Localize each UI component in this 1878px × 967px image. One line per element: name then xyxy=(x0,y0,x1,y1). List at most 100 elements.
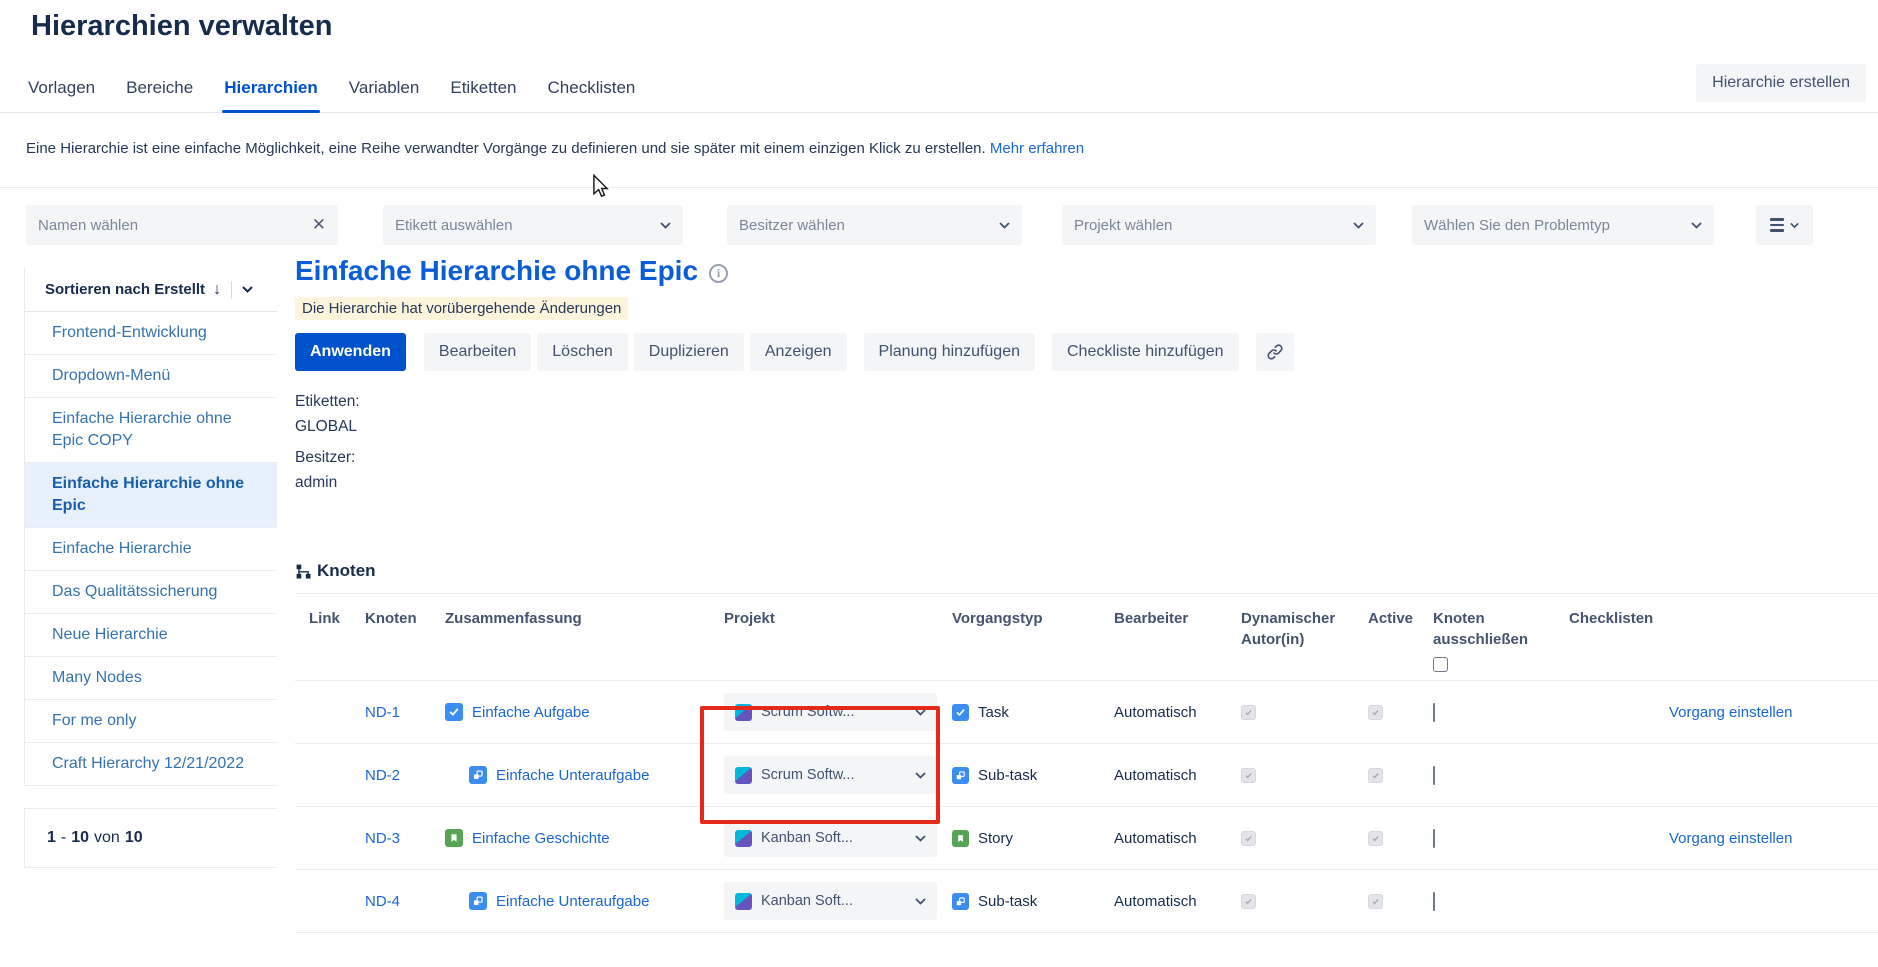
nodes-table: Link Knoten Zusammenfassung Projekt Vorg… xyxy=(295,593,1878,933)
tab-bereiche[interactable]: Bereiche xyxy=(124,74,195,112)
assignee-cell: Automatisch xyxy=(1114,704,1241,721)
clear-name-icon[interactable]: ✕ xyxy=(312,215,326,235)
hamburger-icon xyxy=(1770,218,1784,231)
sidebar-item-frontend-entwicklung[interactable]: Frontend-Entwicklung xyxy=(25,312,277,355)
sidebar-item-einfache-hierarchie[interactable]: Einfache Hierarchie xyxy=(25,528,277,571)
project-value: Kanban Soft... xyxy=(761,893,853,909)
exclude-node-checkbox[interactable] xyxy=(1433,766,1435,785)
table-row: ND-3 Einfache Geschichte Kanban Soft... … xyxy=(295,807,1878,870)
set-issue-link[interactable]: Vorgang einstellen xyxy=(1669,830,1792,847)
sort-control[interactable]: Sortieren nach Erstellt ↓ xyxy=(25,268,277,312)
sidebar-item-einfache-hierarchie-ohne-epic[interactable]: Einfache Hierarchie ohne Epic xyxy=(25,463,277,528)
project-dropdown[interactable]: Kanban Soft... xyxy=(724,882,937,920)
show-button[interactable]: Anzeigen xyxy=(750,333,847,371)
set-issue-link[interactable]: Vorgang einstellen xyxy=(1669,704,1792,721)
hierarchy-title-text: Einfache Hierarchie ohne Epic xyxy=(295,255,698,287)
issuetype-label: Story xyxy=(978,830,1013,847)
pagination: 1 - 10 von 10 xyxy=(24,808,277,868)
project-avatar xyxy=(735,704,752,721)
sidebar-item-das-qualitaetssicherung[interactable]: Das Qualitätssicherung xyxy=(25,571,277,614)
sort-direction-icon[interactable]: ↓ xyxy=(213,281,221,299)
delete-button[interactable]: Löschen xyxy=(537,333,628,371)
project-filter-select[interactable]: Projekt wählen xyxy=(1062,205,1376,245)
project-filter-value: Projekt wählen xyxy=(1074,217,1172,234)
col-dynamischer-autor: Dynamischer Autor(in) xyxy=(1241,608,1368,650)
add-checklist-button[interactable]: Checkliste hinzufügen xyxy=(1052,333,1239,371)
node-key-link[interactable]: ND-2 xyxy=(365,767,400,784)
tab-vorlagen[interactable]: Vorlagen xyxy=(26,74,97,112)
story-icon xyxy=(952,830,969,847)
nodes-section-header: Knoten xyxy=(295,561,1878,581)
action-buttons: Anwenden Bearbeiten Löschen Duplizieren … xyxy=(295,333,1878,371)
sidebar-item-einfache-hierarchie-ohne-epic-copy[interactable]: Einfache Hierarchie ohne Epic COPY xyxy=(25,398,277,463)
pagination-total: 10 xyxy=(125,829,143,847)
tab-etiketten[interactable]: Etiketten xyxy=(448,74,518,112)
assignee-cell: Automatisch xyxy=(1114,767,1241,784)
issuetype-label: Sub-task xyxy=(978,767,1037,784)
project-avatar xyxy=(735,830,752,847)
learn-more-link[interactable]: Mehr erfahren xyxy=(990,140,1084,157)
exclude-node-checkbox[interactable] xyxy=(1433,703,1435,722)
chevron-down-icon xyxy=(915,835,926,842)
name-filter-input[interactable] xyxy=(38,217,288,234)
tab-hierarchien[interactable]: Hierarchien xyxy=(222,74,320,112)
chevron-down-icon xyxy=(915,709,926,716)
tab-variablen[interactable]: Variablen xyxy=(347,74,422,112)
issuetype-cell: Task xyxy=(952,704,1114,721)
hierarchy-title: Einfache Hierarchie ohne Epic i xyxy=(295,255,1878,287)
col-projekt: Projekt xyxy=(724,608,952,629)
task-icon xyxy=(445,703,463,721)
sidebar-item-craft-hierarchy[interactable]: Craft Hierarchy 12/21/2022 xyxy=(25,743,277,786)
issuetype-filter-value: Wählen Sie den Problemtyp xyxy=(1424,217,1610,234)
label-filter-select[interactable]: Etikett auswählen xyxy=(383,205,683,245)
subtask-icon xyxy=(469,892,487,910)
summary-cell: Einfache Unteraufgabe xyxy=(469,766,724,784)
owner-label: Besitzer: xyxy=(295,445,1878,470)
exclude-node-checkbox[interactable] xyxy=(1433,829,1435,848)
node-summary-link[interactable]: Einfache Aufgabe xyxy=(472,704,590,721)
node-key-link[interactable]: ND-3 xyxy=(365,830,400,847)
create-hierarchy-button[interactable]: Hierarchie erstellen xyxy=(1696,64,1866,102)
dynamic-author-checkbox xyxy=(1241,768,1256,783)
node-summary-link[interactable]: Einfache Geschichte xyxy=(472,830,610,847)
pagination-dash: - xyxy=(61,829,66,847)
project-dropdown[interactable]: Scrum Softw... xyxy=(724,693,937,731)
exclude-all-checkbox[interactable] xyxy=(1433,657,1448,672)
project-dropdown[interactable]: Scrum Softw... xyxy=(724,756,937,794)
sidebar-item-neue-hierarchie[interactable]: Neue Hierarchie xyxy=(25,614,277,657)
owner-filter-select[interactable]: Besitzer wählen xyxy=(727,205,1022,245)
labels-value: GLOBAL xyxy=(295,414,1878,439)
active-checkbox xyxy=(1368,768,1383,783)
edit-button[interactable]: Bearbeiten xyxy=(424,333,531,371)
node-key-link[interactable]: ND-1 xyxy=(365,704,400,721)
chevron-down-icon[interactable] xyxy=(242,286,253,293)
node-key-link[interactable]: ND-4 xyxy=(365,893,400,910)
col-link: Link xyxy=(309,608,365,629)
nodes-section-title: Knoten xyxy=(317,561,376,581)
sidebar-item-dropdown-menu[interactable]: Dropdown-Menü xyxy=(25,355,277,398)
duplicate-button[interactable]: Duplizieren xyxy=(634,333,744,371)
name-filter[interactable]: ✕ xyxy=(26,205,338,245)
hierarchy-meta: Etiketten: GLOBAL Besitzer: admin xyxy=(295,389,1878,495)
exclude-node-checkbox[interactable] xyxy=(1433,892,1435,911)
add-plan-button[interactable]: Planung hinzufügen xyxy=(864,333,1035,371)
info-icon[interactable]: i xyxy=(709,264,728,283)
active-checkbox xyxy=(1368,894,1383,909)
chevron-down-icon xyxy=(1691,222,1702,229)
filter-menu-button[interactable] xyxy=(1756,205,1813,245)
tab-checklisten[interactable]: Checklisten xyxy=(546,74,638,112)
issuetype-filter-select[interactable]: Wählen Sie den Problemtyp xyxy=(1412,205,1714,245)
apply-button[interactable]: Anwenden xyxy=(295,333,406,371)
chevron-down-icon xyxy=(999,222,1010,229)
project-dropdown[interactable]: Kanban Soft... xyxy=(724,819,937,857)
hierarchy-detail: Einfache Hierarchie ohne Epic i Die Hier… xyxy=(295,255,1878,933)
chevron-down-icon xyxy=(1790,222,1799,229)
project-avatar xyxy=(735,767,752,784)
node-summary-link[interactable]: Einfache Unteraufgabe xyxy=(496,893,649,910)
issuetype-label: Task xyxy=(978,704,1009,721)
sidebar-item-for-me-only[interactable]: For me only xyxy=(25,700,277,743)
sidebar-item-many-nodes[interactable]: Many Nodes xyxy=(25,657,277,700)
node-summary-link[interactable]: Einfache Unteraufgabe xyxy=(496,767,649,784)
pagination-to: 10 xyxy=(71,829,89,847)
copy-link-button[interactable] xyxy=(1256,333,1294,371)
